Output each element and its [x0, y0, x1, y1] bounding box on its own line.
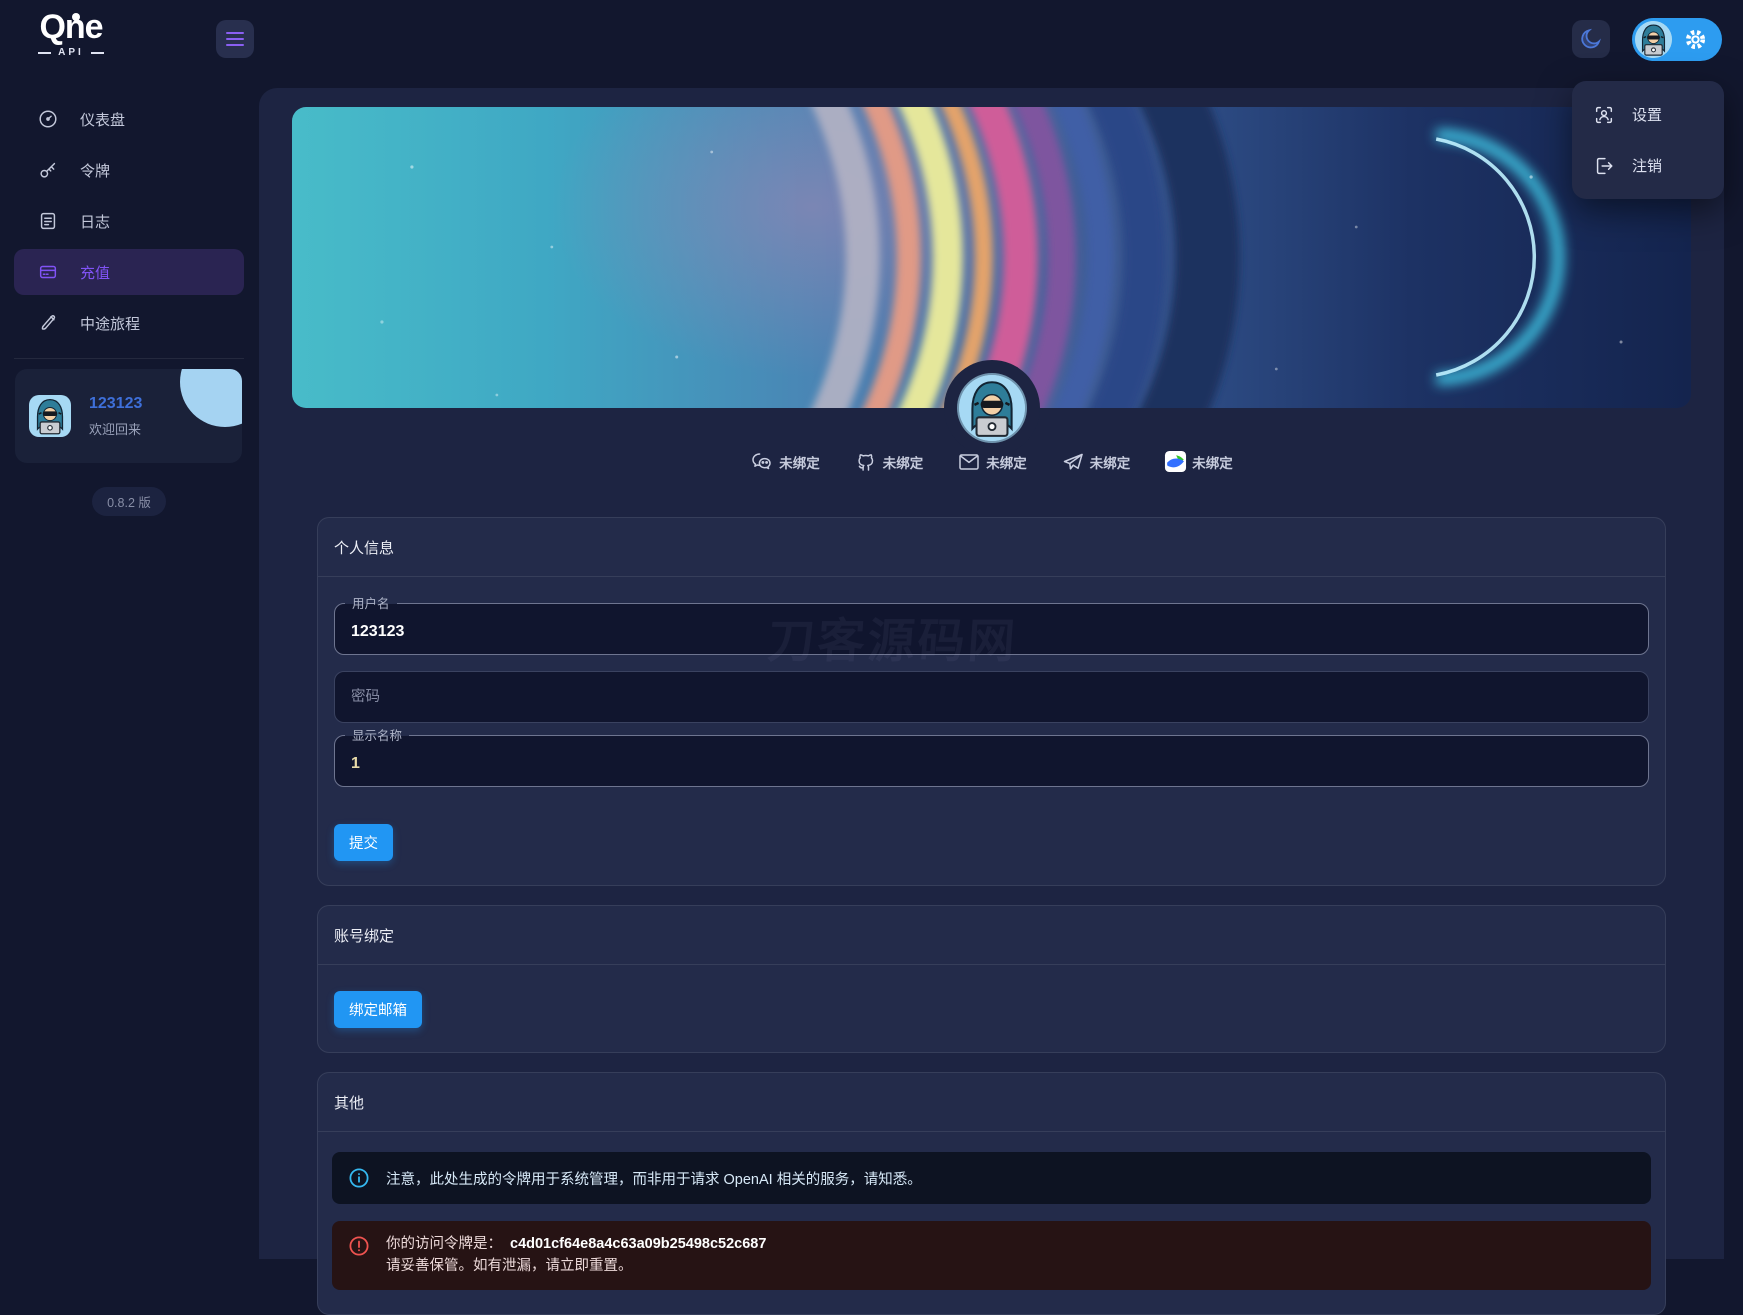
user-name: 123123 — [89, 395, 142, 413]
card-title: 个人信息 — [318, 518, 1665, 577]
menu-item-logout[interactable]: 注销 — [1572, 140, 1724, 191]
logout-icon — [1593, 155, 1615, 177]
display-name-label: 显示名称 — [345, 727, 409, 745]
binding-lark[interactable]: 未绑定 — [1164, 450, 1233, 473]
topbar: Qne API — [0, 0, 1743, 88]
logo-text: Qne — [26, 9, 116, 45]
brush-icon — [37, 312, 59, 334]
binding-github[interactable]: 未绑定 — [854, 450, 924, 474]
user-scan-icon — [1593, 104, 1615, 126]
submit-button[interactable]: 提交 — [334, 824, 393, 861]
binding-telegram[interactable]: 未绑定 — [1061, 450, 1131, 474]
menu-item-label: 注销 — [1632, 155, 1662, 176]
binding-status: 未绑定 — [779, 452, 820, 472]
display-name-field-wrap: 显示名称 — [334, 735, 1649, 787]
binding-status: 未绑定 — [883, 452, 924, 472]
profile-banner-wrap — [292, 107, 1691, 408]
other-card: 其他 注意，此处生成的令牌用于系统管理，而非用于请求 OpenAI 相关的服务，… — [317, 1072, 1666, 1315]
password-field-wrap — [334, 671, 1649, 723]
sidebar-user-card[interactable]: 123123 欢迎回来 — [15, 369, 242, 463]
sidebar-divider — [14, 358, 244, 359]
key-icon — [37, 159, 59, 181]
password-input[interactable] — [335, 672, 1648, 722]
binding-status: 未绑定 — [1192, 452, 1233, 472]
logs-icon — [37, 210, 59, 232]
sidebar-item-logs[interactable]: 日志 — [14, 198, 244, 244]
user-menu-button[interactable] — [1632, 18, 1722, 61]
profile-avatar — [957, 373, 1027, 443]
menu-item-label: 设置 — [1632, 104, 1662, 125]
telegram-icon — [1061, 450, 1085, 474]
gear-icon — [1683, 27, 1708, 52]
sidebar-item-dashboard[interactable]: 仪表盘 — [14, 96, 244, 142]
notice-text: 注意，此处生成的令牌用于系统管理，而非用于请求 OpenAI 相关的服务，请知悉… — [386, 1168, 922, 1189]
sidebar-item-label: 令牌 — [80, 160, 110, 181]
access-token-value: c4d01cf64e8a4c63a09b25498c52c687 — [510, 1236, 766, 1252]
sidebar-menu: 仪表盘 令牌 日志 充值 中途旅程 — [0, 88, 258, 346]
sidebar-item-label: 中途旅程 — [80, 313, 140, 334]
user-greeting: 欢迎回来 — [89, 419, 142, 438]
access-token-alert: 你的访问令牌是： c4d01cf64e8a4c63a09b25498c52c687… — [332, 1221, 1651, 1290]
main-panel: 未绑定 未绑定 未绑定 未绑定 — [259, 88, 1724, 1259]
token-notice-alert: 注意，此处生成的令牌用于系统管理，而非用于请求 OpenAI 相关的服务，请知悉… — [332, 1152, 1651, 1204]
username-input[interactable] — [335, 604, 1648, 654]
main-content: 个人信息 用户名 显示名称 提交 账号绑定 绑定邮 — [259, 517, 1724, 1315]
user-dropdown-menu: 设置 注销 — [1572, 81, 1724, 199]
sidebar-item-label: 充值 — [80, 262, 110, 283]
sidebar-item-midjourney[interactable]: 中途旅程 — [14, 300, 244, 346]
card-decoration-circle — [180, 369, 242, 427]
sidebar-item-tokens[interactable]: 令牌 — [14, 147, 244, 193]
credit-card-icon — [37, 261, 59, 283]
token-tip: 请妥善保管。如有泄漏，请立即重置。 — [386, 1258, 633, 1274]
card-title: 其他 — [318, 1073, 1665, 1132]
github-icon — [854, 450, 878, 474]
card-title: 账号绑定 — [318, 906, 1665, 965]
sidebar-item-label: 仪表盘 — [80, 109, 125, 130]
username-field-wrap: 用户名 — [334, 603, 1649, 655]
dashboard-icon — [37, 108, 59, 130]
moon-icon — [1579, 27, 1603, 51]
personal-info-card: 个人信息 用户名 显示名称 提交 — [317, 517, 1666, 886]
wechat-icon — [750, 450, 774, 474]
lark-icon — [1164, 450, 1187, 473]
error-icon — [348, 1235, 370, 1257]
username-label: 用户名 — [345, 595, 397, 613]
binding-wechat[interactable]: 未绑定 — [750, 450, 820, 474]
sidebar-item-label: 日志 — [80, 211, 110, 232]
token-label: 你的访问令牌是： — [386, 1236, 502, 1252]
user-avatar — [29, 395, 71, 437]
sidebar-item-recharge[interactable]: 充值 — [14, 249, 244, 295]
bind-email-button[interactable]: 绑定邮箱 — [334, 991, 422, 1028]
info-icon — [348, 1167, 370, 1189]
logo-dot — [72, 13, 80, 21]
sidebar-toggle-button[interactable] — [216, 20, 254, 58]
hamburger-icon — [226, 28, 244, 50]
display-name-input[interactable] — [335, 736, 1648, 786]
dark-mode-toggle-button[interactable] — [1572, 20, 1610, 58]
binding-status: 未绑定 — [1090, 452, 1131, 472]
menu-item-settings[interactable]: 设置 — [1572, 89, 1724, 140]
logo-subtitle: API — [26, 47, 116, 58]
user-avatar — [1635, 21, 1672, 58]
version-badge: 0.8.2 版 — [92, 487, 166, 516]
sidebar: 仪表盘 令牌 日志 充值 中途旅程 — [0, 88, 258, 1259]
app-logo: Qne API — [26, 9, 116, 58]
account-binding-card: 账号绑定 绑定邮箱 — [317, 905, 1666, 1053]
